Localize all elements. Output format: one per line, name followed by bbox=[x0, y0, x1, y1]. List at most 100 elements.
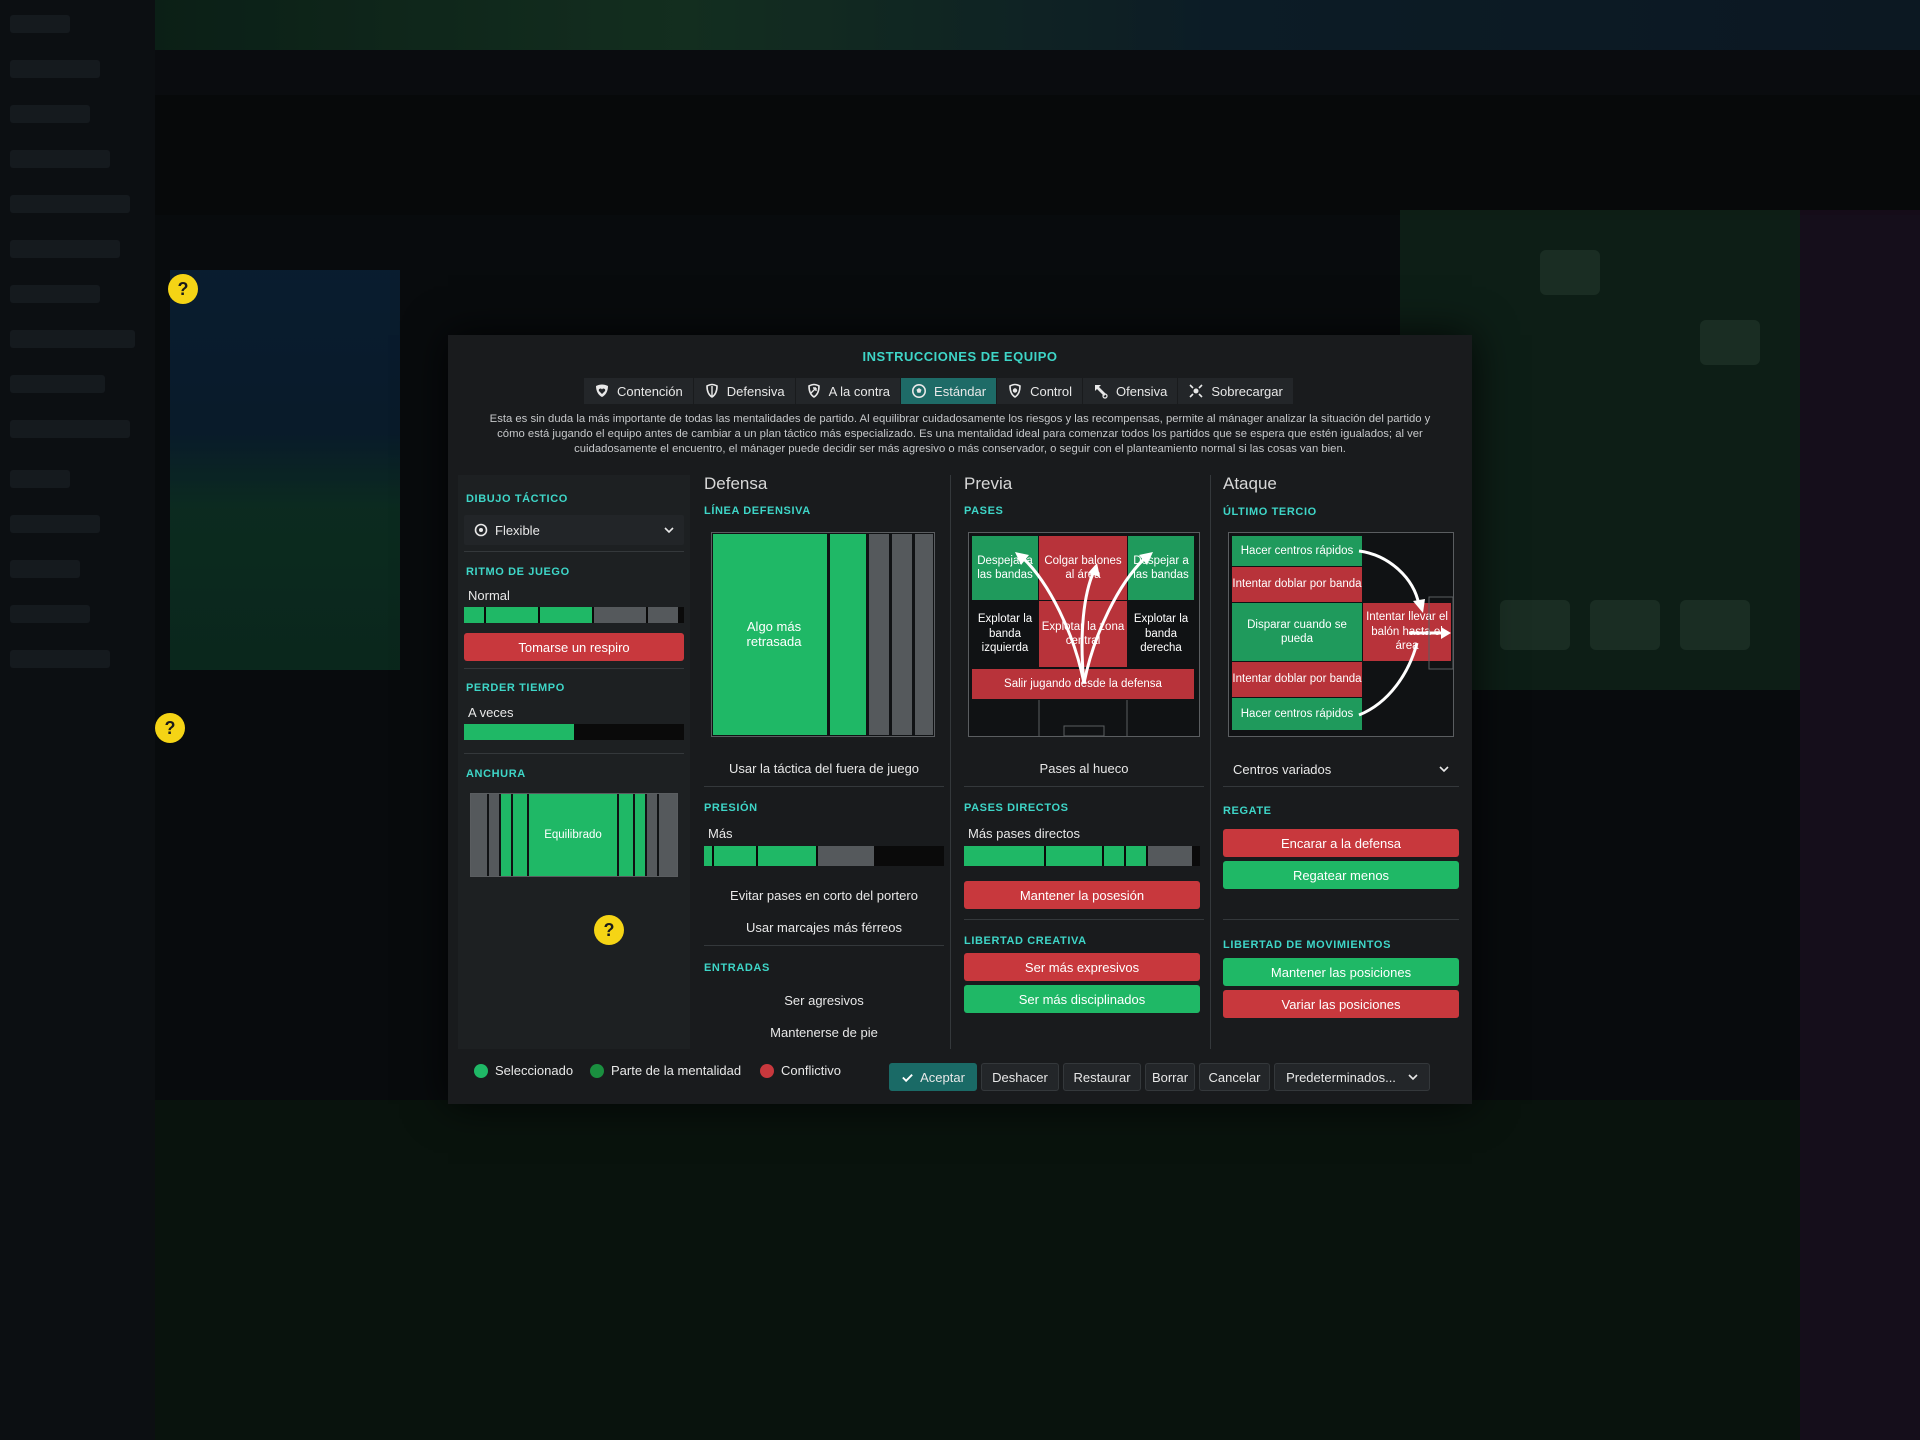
pass-zone-clear-right[interactable]: Despejar a las bandas bbox=[1128, 536, 1194, 600]
passing-directness-slider[interactable] bbox=[964, 846, 1200, 866]
tab-estandar[interactable]: Estándar bbox=[901, 378, 998, 404]
defense-header: Defensa bbox=[704, 474, 768, 493]
tab-defensiva[interactable]: Defensiva bbox=[693, 378, 796, 404]
pass-zone-center[interactable]: Explotar la zona central bbox=[1039, 601, 1127, 667]
be-more-disciplined-button[interactable]: Ser más disciplinados bbox=[964, 985, 1200, 1013]
cancel-button[interactable]: Cancelar bbox=[1199, 1063, 1270, 1091]
pass-zone-left-flank[interactable]: Explotar la banda izquierda bbox=[972, 601, 1038, 667]
help-button[interactable]: ? bbox=[168, 274, 198, 304]
passing-pitch[interactable]: Despejar a las bandas Colgar balones al … bbox=[968, 532, 1200, 737]
tempo-slider[interactable] bbox=[464, 607, 684, 623]
time-wasting-value: A veces bbox=[468, 705, 514, 720]
attack-header: Ataque bbox=[1223, 474, 1277, 493]
section-title: PASES DIRECTOS bbox=[964, 802, 1069, 814]
defensive-line-pitch[interactable]: Algo más retrasada bbox=[711, 532, 935, 737]
early-crosses-left[interactable]: Hacer centros rápidos bbox=[1232, 536, 1362, 566]
run-at-defence-button[interactable]: Encarar a la defensa bbox=[1223, 829, 1459, 857]
help-button[interactable]: ? bbox=[155, 713, 185, 743]
section-title: ANCHURA bbox=[466, 768, 526, 780]
width-zone[interactable] bbox=[513, 794, 527, 876]
time-wasting-slider[interactable] bbox=[464, 724, 684, 740]
width-zone[interactable] bbox=[471, 794, 487, 876]
pass-zone-right-flank[interactable]: Explotar la banda derecha bbox=[1128, 601, 1194, 667]
tab-control[interactable]: Control bbox=[997, 378, 1083, 404]
mentality-tabs: Contención Defensiva A la contra Estánda… bbox=[584, 378, 1294, 404]
pass-zone-clear-left[interactable]: Despejar a las bandas bbox=[972, 536, 1038, 600]
section-title: LIBERTAD DE MOVIMIENTOS bbox=[1223, 939, 1392, 951]
defensive-line-zone[interactable] bbox=[869, 534, 889, 735]
restore-button[interactable]: Restaurar bbox=[1063, 1063, 1141, 1091]
ball-icon bbox=[912, 384, 927, 398]
conflict-dot bbox=[760, 1063, 774, 1078]
section-title: ENTRADAS bbox=[704, 962, 770, 974]
section-title: PERDER TIEMPO bbox=[466, 682, 565, 694]
attack-icon bbox=[1095, 385, 1108, 399]
crossing-dropdown[interactable]: Centros variados bbox=[1223, 754, 1459, 784]
tab-sobrecargar[interactable]: Sobrecargar bbox=[1178, 378, 1294, 404]
clear-button[interactable]: Borrar bbox=[1145, 1063, 1195, 1091]
offside-trap-option[interactable]: Usar la táctica del fuera de juego bbox=[704, 761, 944, 776]
tab-label: Sobrecargar bbox=[1211, 383, 1283, 399]
section-title: PASES bbox=[964, 505, 1004, 517]
tab-ofensiva[interactable]: Ofensiva bbox=[1083, 378, 1179, 404]
be-more-expressive-button[interactable]: Ser más expresivos bbox=[964, 953, 1200, 981]
overload-icon bbox=[1189, 384, 1203, 398]
tab-contencion[interactable]: Contención bbox=[584, 378, 694, 404]
tight-marking-option[interactable]: Usar marcajes más férreos bbox=[704, 920, 944, 935]
pressing-slider[interactable] bbox=[704, 846, 944, 866]
chevron-down-icon bbox=[1439, 766, 1449, 773]
legend-conflict: Conflictivo bbox=[760, 1063, 841, 1078]
play-out-of-defence[interactable]: Salir jugando desde la defensa bbox=[972, 669, 1194, 699]
dribble-less-button[interactable]: Regatear menos bbox=[1223, 861, 1459, 889]
target-icon bbox=[474, 523, 488, 537]
overlap-right[interactable]: Intentar doblar por banda bbox=[1232, 662, 1362, 697]
width-zone[interactable] bbox=[619, 794, 633, 876]
tab-label: A la contra bbox=[828, 383, 891, 399]
part-dot bbox=[590, 1063, 604, 1078]
counter-icon bbox=[807, 383, 820, 398]
through-balls-option[interactable]: Pases al hueco bbox=[964, 761, 1204, 776]
defensive-line-zone[interactable] bbox=[915, 534, 933, 735]
aggressive-tackling-option[interactable]: Ser agresivos bbox=[704, 993, 944, 1008]
build-up-header: Previa bbox=[964, 474, 1013, 493]
width-zone[interactable] bbox=[489, 794, 499, 876]
shoot-on-sight[interactable]: Disparar cuando se pueda bbox=[1232, 603, 1362, 661]
overlap-left[interactable]: Intentar doblar por banda bbox=[1232, 567, 1362, 602]
defensive-line-zone[interactable] bbox=[830, 534, 866, 735]
defaults-dropdown[interactable]: Predeterminados... bbox=[1274, 1063, 1430, 1091]
width-zone[interactable] bbox=[501, 794, 511, 876]
control-icon bbox=[1009, 383, 1021, 398]
section-title: ÚLTIMO TERCIO bbox=[1223, 506, 1317, 518]
formation-dropdown[interactable]: Flexible bbox=[464, 515, 684, 545]
shield-icon bbox=[705, 383, 718, 398]
hold-position-button[interactable]: Mantener las posiciones bbox=[1223, 958, 1459, 986]
selected-dot bbox=[474, 1063, 488, 1078]
check-icon bbox=[902, 1073, 913, 1082]
tab-a-la-contra[interactable]: A la contra bbox=[795, 378, 902, 404]
legend-part-of-mentality: Parte de la mentalidad bbox=[590, 1063, 741, 1078]
tempo-conflict-button[interactable]: Tomarse un respiro bbox=[464, 633, 684, 661]
pass-zone-balls-into-box[interactable]: Colgar balones al área bbox=[1039, 536, 1127, 600]
work-ball-into-box[interactable]: Intentar llevar el balón hasta el área bbox=[1363, 603, 1451, 661]
width-zone[interactable] bbox=[635, 794, 645, 876]
tab-label: Defensiva bbox=[726, 383, 785, 399]
goalkeeper-short-pass-option[interactable]: Evitar pases en corto del portero bbox=[704, 888, 944, 903]
accept-label: Aceptar bbox=[920, 1069, 965, 1085]
tab-label: Control bbox=[1030, 383, 1072, 399]
early-crosses-right[interactable]: Hacer centros rápidos bbox=[1232, 698, 1362, 730]
legend-label: Seleccionado bbox=[495, 1063, 574, 1078]
final-third-pitch[interactable]: Hacer centros rápidos Intentar doblar po… bbox=[1228, 532, 1454, 737]
roam-from-positions-button[interactable]: Variar las posiciones bbox=[1223, 990, 1459, 1018]
width-zone[interactable] bbox=[647, 794, 657, 876]
retain-possession-button[interactable]: Mantener la posesión bbox=[964, 881, 1200, 909]
stay-on-feet-option[interactable]: Mantenerse de pie bbox=[704, 1025, 944, 1040]
tab-label: Contención bbox=[617, 383, 683, 399]
width-zone[interactable] bbox=[659, 794, 677, 876]
defaults-label: Predeterminados... bbox=[1286, 1069, 1396, 1085]
defensive-line-zone[interactable] bbox=[892, 534, 912, 735]
width-pitch[interactable]: Equilibrado bbox=[470, 793, 678, 877]
undo-button[interactable]: Deshacer bbox=[981, 1063, 1059, 1091]
section-title: RITMO DE JUEGO bbox=[466, 566, 570, 578]
help-button[interactable]: ? bbox=[594, 915, 624, 945]
accept-button[interactable]: Aceptar bbox=[889, 1063, 977, 1091]
